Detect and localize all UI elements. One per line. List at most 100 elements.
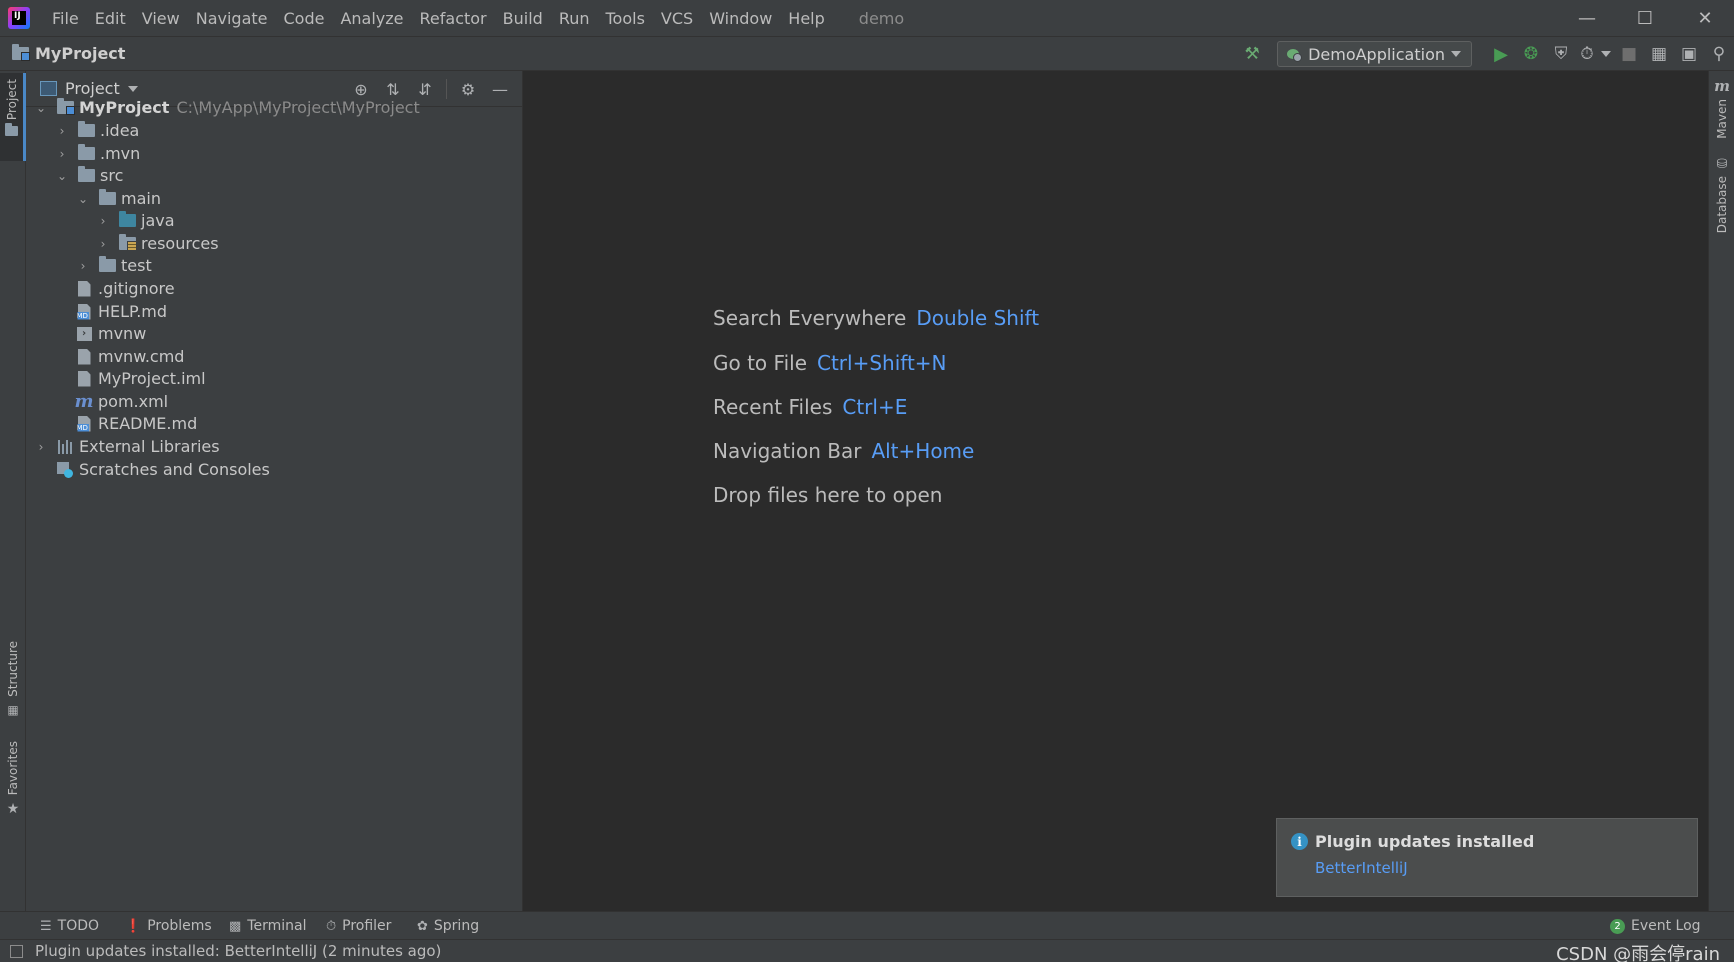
editor-area[interactable]: Search Everywhere Double Shift Go to File… xyxy=(523,71,1708,911)
menu-refactor[interactable]: Refactor xyxy=(412,9,495,28)
file-icon xyxy=(77,348,91,365)
tab-spring[interactable]: ✿ Spring xyxy=(417,912,479,940)
maven-icon: m xyxy=(1714,77,1730,95)
tree-item-test[interactable]: › test xyxy=(76,253,152,278)
menu-build[interactable]: Build xyxy=(495,9,551,28)
menu-edit[interactable]: Edit xyxy=(87,9,134,28)
chevron-right-icon[interactable]: › xyxy=(55,147,69,161)
tree-item-src[interactable]: ⌄ src xyxy=(55,163,123,188)
tab-maven[interactable]: m Maven xyxy=(1709,77,1734,139)
chevron-right-icon[interactable]: › xyxy=(76,259,90,273)
chevron-right-icon[interactable]: › xyxy=(55,124,69,138)
tab-terminal[interactable]: ▩ Terminal xyxy=(229,912,306,940)
tab-maven-label: Maven xyxy=(1715,99,1729,139)
tree-item-label: MyProject.iml xyxy=(98,369,206,388)
tree-item-scratches[interactable]: Scratches and Consoles xyxy=(56,457,270,482)
menu-help[interactable]: Help xyxy=(780,9,832,28)
tab-event-log[interactable]: 2 Event Log xyxy=(1610,912,1701,940)
tool-windows-toggle-icon[interactable] xyxy=(10,945,23,958)
menu-file[interactable]: File xyxy=(44,9,87,28)
notification-link[interactable]: BetterIntelliJ xyxy=(1315,859,1408,877)
tree-item-readme[interactable]: README.md xyxy=(75,411,197,436)
menu-navigate[interactable]: Navigate xyxy=(188,9,276,28)
tab-favorites[interactable]: Favorites ★ xyxy=(0,741,26,817)
more-run-options-icon[interactable] xyxy=(1598,39,1614,69)
menu-tools[interactable]: Tools xyxy=(598,9,653,28)
menu-window[interactable]: Window xyxy=(701,9,780,28)
tree-item-java[interactable]: › java xyxy=(96,208,175,233)
tree-item-gitignore[interactable]: .gitignore xyxy=(75,276,175,301)
status-bar: Plugin updates installed: BetterIntelliJ… xyxy=(0,939,1734,962)
tab-todo[interactable]: ☰ TODO xyxy=(40,912,99,940)
tree-item-external-libraries[interactable]: › External Libraries xyxy=(34,434,220,459)
debug-icon[interactable]: ❂ xyxy=(1516,39,1546,69)
build-hammer-icon[interactable]: ⚒ xyxy=(1237,39,1267,69)
menu-view[interactable]: View xyxy=(134,9,188,28)
problems-icon: ❗ xyxy=(125,918,142,934)
tab-favorites-label: Favorites xyxy=(6,741,20,796)
tab-structure[interactable]: Structure ▦ xyxy=(0,641,26,717)
folder-icon xyxy=(98,256,116,272)
tab-database[interactable]: ⛁ Database xyxy=(1709,157,1734,233)
tab-problems[interactable]: ❗ Problems xyxy=(125,912,212,940)
chevron-down-icon[interactable]: ⌄ xyxy=(34,101,48,115)
menu-vcs[interactable]: VCS xyxy=(653,9,701,28)
stop-icon[interactable]: ■ xyxy=(1614,39,1644,69)
tree-item-label: main xyxy=(121,189,161,208)
chevron-right-icon[interactable]: › xyxy=(96,214,110,228)
tab-structure-label: Structure xyxy=(6,641,20,697)
chevron-down-icon[interactable]: ⌄ xyxy=(76,192,90,206)
coverage-icon[interactable]: ⛨ xyxy=(1546,39,1576,69)
hint-shortcut: Double Shift xyxy=(916,306,1040,330)
menu-code[interactable]: Code xyxy=(276,9,333,28)
menu-analyze[interactable]: Analyze xyxy=(332,9,411,28)
project-folder-icon xyxy=(12,44,30,61)
tree-item-label: mvnw.cmd xyxy=(98,347,185,366)
tree-item-label: test xyxy=(121,256,152,275)
tree-item-idea[interactable]: › .idea xyxy=(55,118,139,143)
menu-run[interactable]: Run xyxy=(551,9,598,28)
hint-label: Drop files here to open xyxy=(713,483,943,507)
tree-item-label: java xyxy=(141,211,175,230)
chevron-right-icon[interactable]: › xyxy=(34,440,48,454)
breadcrumb-project[interactable]: MyProject xyxy=(35,44,125,63)
project-structure-icon[interactable]: ▦ xyxy=(1644,39,1674,69)
profiler-run-icon[interactable]: ⏱ xyxy=(1576,39,1598,69)
tab-profiler[interactable]: ⏱ Profiler xyxy=(326,912,391,940)
tree-item-label: .idea xyxy=(100,121,140,140)
tree-item-label: .mvn xyxy=(100,144,141,163)
tree-item-myproject[interactable]: ⌄ MyProject C:\MyApp\MyProject\MyProject xyxy=(34,95,420,120)
tree-item-label: HELP.md xyxy=(98,302,168,321)
chevron-right-icon[interactable]: › xyxy=(96,237,110,251)
structure-icon: ▦ xyxy=(7,702,19,717)
tab-project[interactable]: Project xyxy=(0,73,26,161)
gear-icon[interactable]: ⚙ xyxy=(454,75,482,103)
hide-panel-icon[interactable]: — xyxy=(486,75,514,103)
hint-navigation-bar: Navigation Bar Alt+Home xyxy=(713,439,974,463)
maximize-button[interactable]: ☐ xyxy=(1616,0,1674,36)
run-icon[interactable]: ▶ xyxy=(1486,39,1516,69)
run-configuration-select[interactable]: DemoApplication xyxy=(1277,41,1472,67)
hint-label: Navigation Bar xyxy=(713,439,862,463)
tree-item-iml[interactable]: MyProject.iml xyxy=(75,366,206,391)
tab-database-label: Database xyxy=(1715,176,1729,234)
tab-profiler-label: Profiler xyxy=(342,918,392,934)
search-icon[interactable]: ⚲ xyxy=(1704,39,1734,69)
tree-item-label: pom.xml xyxy=(98,392,169,411)
close-window-button[interactable]: ✕ xyxy=(1676,0,1734,36)
toggle-layout-icon[interactable]: ▣ xyxy=(1674,39,1704,69)
chevron-down-icon[interactable]: ⌄ xyxy=(55,169,69,183)
tree-item-label: src xyxy=(100,166,124,185)
breadcrumb[interactable]: MyProject xyxy=(12,44,125,63)
status-message[interactable]: Plugin updates installed: BetterIntelliJ… xyxy=(35,942,441,960)
tree-item-label: mvnw xyxy=(98,324,147,343)
source-folder-icon xyxy=(118,211,136,227)
folder-icon xyxy=(77,166,95,182)
tree-item-label: resources xyxy=(141,234,219,253)
project-path: C:\MyApp\MyProject\MyProject xyxy=(176,98,420,117)
menu-bar: IJ File Edit View Navigate Code Analyze … xyxy=(0,0,1734,36)
tree-item-mvnw[interactable]: › mvnw xyxy=(75,321,146,346)
chevron-down-icon xyxy=(127,85,138,92)
tab-project-label: Project xyxy=(4,79,19,121)
minimize-button[interactable]: — xyxy=(1558,0,1616,36)
